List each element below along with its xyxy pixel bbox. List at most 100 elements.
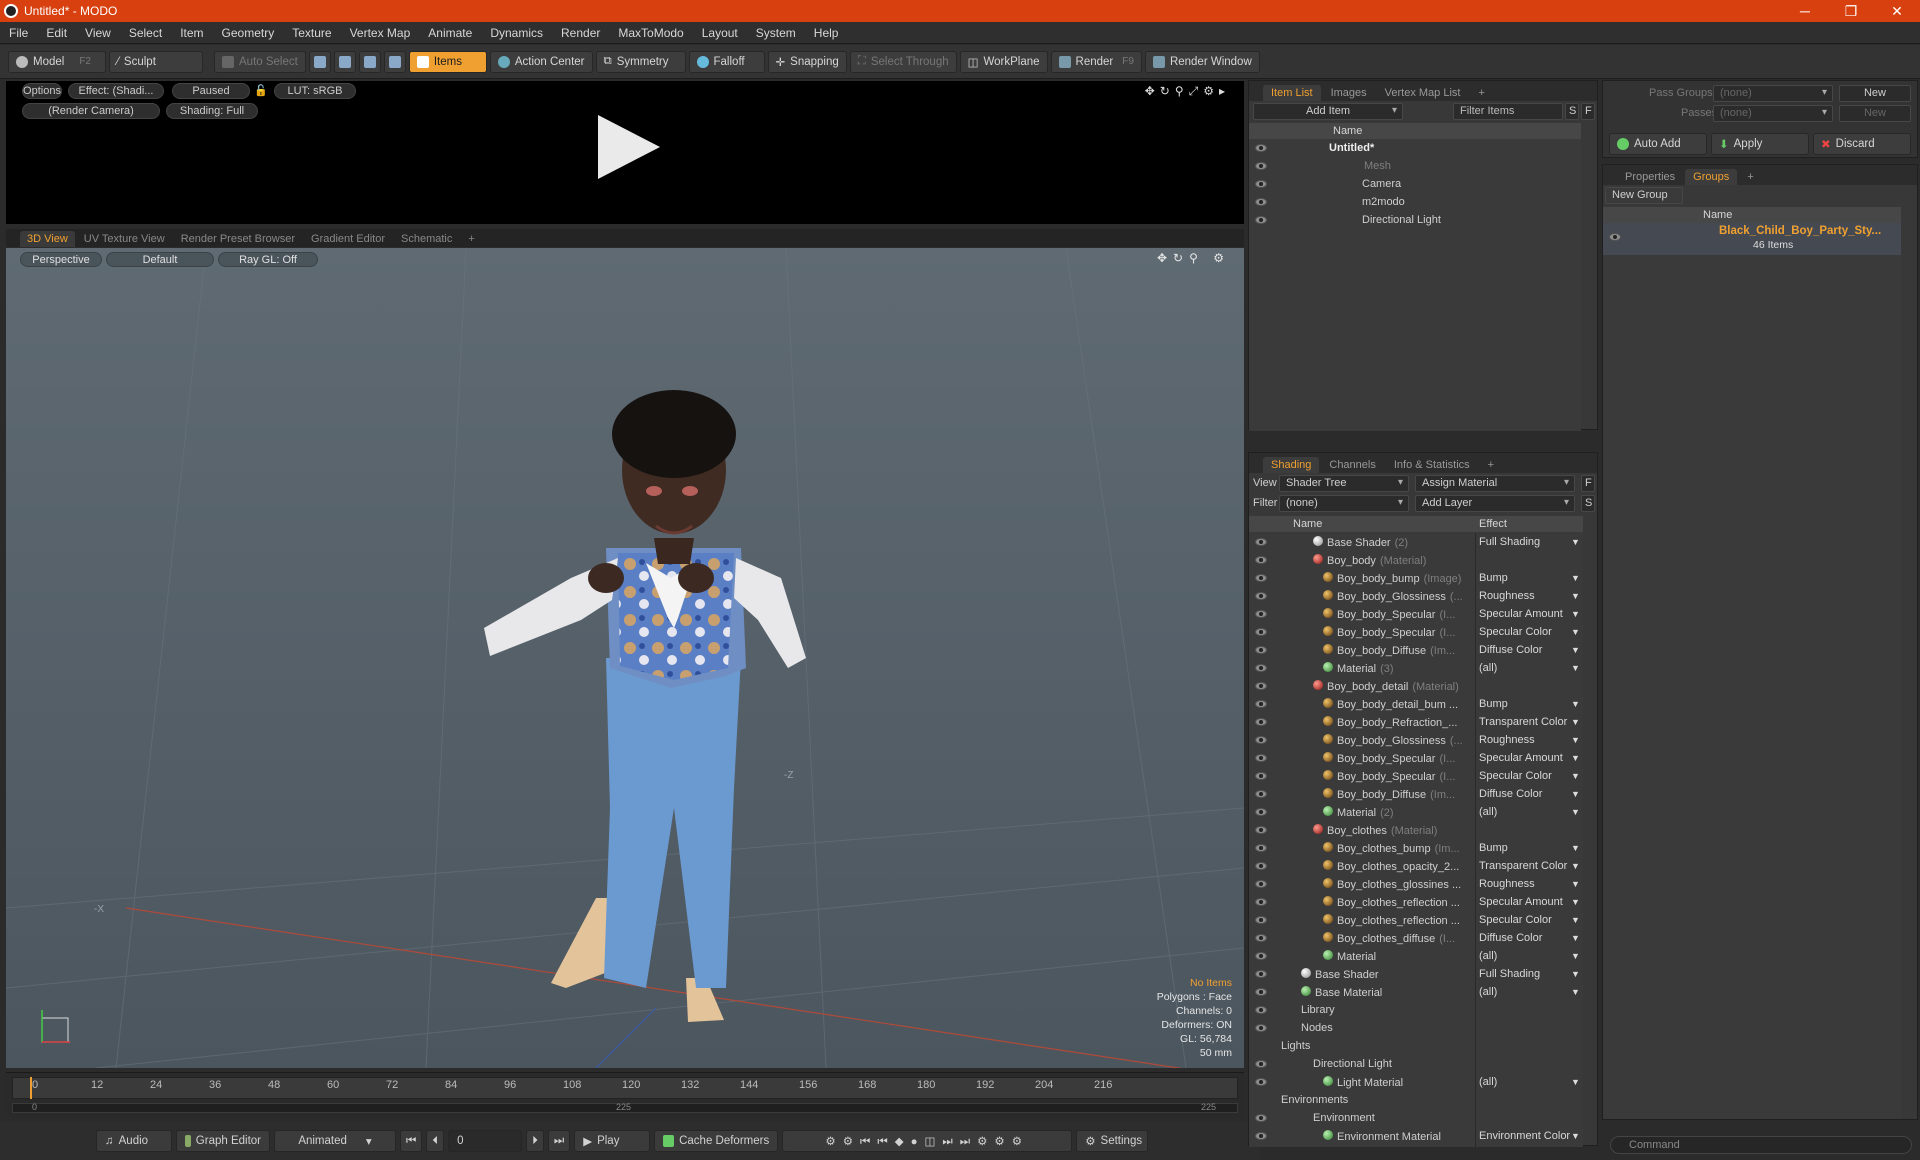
- menu-render[interactable]: Render: [552, 26, 609, 40]
- new-pass-group-button[interactable]: New: [1839, 85, 1911, 102]
- column-name[interactable]: Name: [1703, 209, 1732, 221]
- shader-effect-value[interactable]: (all): [1479, 950, 1497, 962]
- chevron-down-icon[interactable]: ▼: [1571, 573, 1580, 583]
- menu-system[interactable]: System: [747, 26, 805, 40]
- settings-button[interactable]: ⚙ Settings: [1076, 1130, 1149, 1152]
- eye-icon[interactable]: [1255, 880, 1267, 888]
- chevron-down-icon[interactable]: ▼: [1571, 879, 1580, 889]
- chevron-down-icon[interactable]: ▼: [1571, 609, 1580, 619]
- eye-icon[interactable]: [1255, 1114, 1267, 1122]
- shader-effect-value[interactable]: Roughness: [1479, 734, 1535, 746]
- discard-button[interactable]: ✖ Discard: [1813, 133, 1911, 155]
- workplane-button[interactable]: ◫ WorkPlane: [959, 50, 1048, 73]
- shading-f-button[interactable]: F: [1581, 475, 1595, 492]
- eye-icon[interactable]: [1255, 934, 1267, 942]
- eye-icon[interactable]: [1255, 216, 1267, 224]
- menu-file[interactable]: File: [0, 26, 37, 40]
- filter-s-button[interactable]: S: [1565, 103, 1579, 120]
- eye-icon[interactable]: [1255, 574, 1267, 582]
- eye-icon[interactable]: [1255, 844, 1267, 852]
- menu-animate[interactable]: Animate: [419, 26, 481, 40]
- eye-icon[interactable]: [1255, 1006, 1267, 1014]
- eye-icon[interactable]: [1255, 628, 1267, 636]
- shader-effect-value[interactable]: Specular Color: [1479, 626, 1552, 638]
- maximize-button[interactable]: ❐: [1828, 3, 1874, 20]
- eye-icon[interactable]: [1255, 610, 1267, 618]
- table-row[interactable]: Library: [1249, 1001, 1583, 1019]
- passes-dropdown[interactable]: (none): [1713, 105, 1833, 122]
- eye-icon[interactable]: [1255, 1132, 1267, 1140]
- list-item[interactable]: Untitled*: [1249, 139, 1581, 157]
- eye-icon[interactable]: [1255, 682, 1267, 690]
- eye-icon[interactable]: [1255, 898, 1267, 906]
- shader-effect-value[interactable]: Diffuse Color: [1479, 788, 1542, 800]
- table-row[interactable]: Boy_body_Glossiness (... Roughness ▼: [1249, 587, 1583, 605]
- chevron-down-icon[interactable]: ▼: [1571, 591, 1580, 601]
- menu-view[interactable]: View: [76, 26, 120, 40]
- shader-effect-value[interactable]: Specular Amount: [1479, 752, 1563, 764]
- chevron-down-icon[interactable]: ▼: [1571, 699, 1580, 709]
- table-row[interactable]: Boy_clothes_diffuse (I... Diffuse Color ▼: [1249, 929, 1583, 947]
- minimize-button[interactable]: ─: [1782, 3, 1828, 20]
- menu-edit[interactable]: Edit: [37, 26, 76, 40]
- auto-select-button[interactable]: Auto Select: [214, 50, 306, 73]
- tab-schematic[interactable]: Schematic: [394, 231, 459, 247]
- eye-icon[interactable]: [1255, 1060, 1267, 1068]
- menu-texture[interactable]: Texture: [283, 26, 340, 40]
- eye-icon[interactable]: [1255, 754, 1267, 762]
- shading-s-button[interactable]: S: [1581, 495, 1595, 512]
- table-row[interactable]: Material (3) (all) ▼: [1249, 659, 1583, 677]
- tab-properties[interactable]: Properties: [1617, 169, 1683, 185]
- list-item[interactable]: Camera: [1249, 175, 1581, 193]
- chevron-down-icon[interactable]: ▼: [1571, 789, 1580, 799]
- view-dropdown[interactable]: Shader Tree: [1279, 475, 1409, 492]
- eye-icon[interactable]: [1255, 772, 1267, 780]
- menu-select[interactable]: Select: [120, 26, 171, 40]
- shader-effect-value[interactable]: Specular Amount: [1479, 608, 1563, 620]
- shader-effect-value[interactable]: Specular Color: [1479, 770, 1552, 782]
- render-window-button[interactable]: Render Window: [1144, 50, 1260, 73]
- next-key-button[interactable]: ⏵: [526, 1130, 544, 1152]
- chevron-down-icon[interactable]: ▼: [1571, 897, 1580, 907]
- play-icon[interactable]: [598, 115, 660, 179]
- eye-icon[interactable]: [1609, 233, 1621, 241]
- key-controls[interactable]: ⚙⚙⏮⏮◆●◫⏭⏭⚙⚙⚙: [782, 1130, 1073, 1152]
- tab-channels[interactable]: Channels: [1321, 457, 1383, 473]
- table-row[interactable]: Boy_clothes_bump (Im... Bump ▼: [1249, 839, 1583, 857]
- tab-vertex-map-list[interactable]: Vertex Map List: [1377, 85, 1469, 101]
- viewport-nav-controls[interactable]: ✥↻⚲ ⚙: [1157, 251, 1230, 265]
- table-row[interactable]: Boy_body_Specular (I... Specular Amount ▼: [1249, 605, 1583, 623]
- apply-button[interactable]: ⬇ Apply: [1711, 133, 1809, 155]
- tab-item-list[interactable]: Item List: [1263, 85, 1321, 101]
- eye-icon[interactable]: [1255, 970, 1267, 978]
- chevron-down-icon[interactable]: ▼: [1571, 915, 1580, 925]
- eye-icon[interactable]: [1255, 700, 1267, 708]
- table-row[interactable]: Boy_body_Specular (I... Specular Amount ▼: [1249, 749, 1583, 767]
- chevron-down-icon[interactable]: ▼: [1571, 969, 1580, 979]
- eye-icon[interactable]: [1255, 1078, 1267, 1086]
- list-item[interactable]: Mesh: [1249, 157, 1581, 175]
- render-shading-dropdown[interactable]: Shading: Full: [166, 103, 258, 119]
- new-group-button[interactable]: New Group: [1605, 187, 1683, 204]
- menu-layout[interactable]: Layout: [693, 26, 747, 40]
- close-button[interactable]: ✕: [1874, 3, 1920, 20]
- shader-effect-value[interactable]: Environment Color: [1479, 1130, 1570, 1142]
- column-name[interactable]: Name: [1293, 518, 1322, 530]
- shader-effect-value[interactable]: Specular Color: [1479, 914, 1552, 926]
- eye-icon[interactable]: [1255, 988, 1267, 996]
- table-row[interactable]: Light Material (all) ▼: [1249, 1073, 1583, 1091]
- tab-render-preset-browser[interactable]: Render Preset Browser: [174, 231, 302, 247]
- eye-icon[interactable]: [1255, 592, 1267, 600]
- shader-effect-value[interactable]: (all): [1479, 986, 1497, 998]
- table-row[interactable]: Boy_clothes_opacity_2... Transparent Colo…: [1249, 857, 1583, 875]
- edges-mode-button[interactable]: [333, 50, 356, 73]
- eye-icon[interactable]: [1255, 162, 1267, 170]
- projection-dropdown[interactable]: Perspective: [20, 252, 102, 267]
- render-camera-dropdown[interactable]: (Render Camera): [22, 103, 160, 119]
- chevron-down-icon[interactable]: ▼: [1571, 1077, 1580, 1087]
- chevron-down-icon[interactable]: ▼: [1571, 951, 1580, 961]
- materials-mode-button[interactable]: [383, 50, 406, 73]
- chevron-down-icon[interactable]: ▼: [1571, 663, 1580, 673]
- add-tab-button[interactable]: +: [1739, 169, 1761, 185]
- tab-groups[interactable]: Groups: [1685, 169, 1738, 185]
